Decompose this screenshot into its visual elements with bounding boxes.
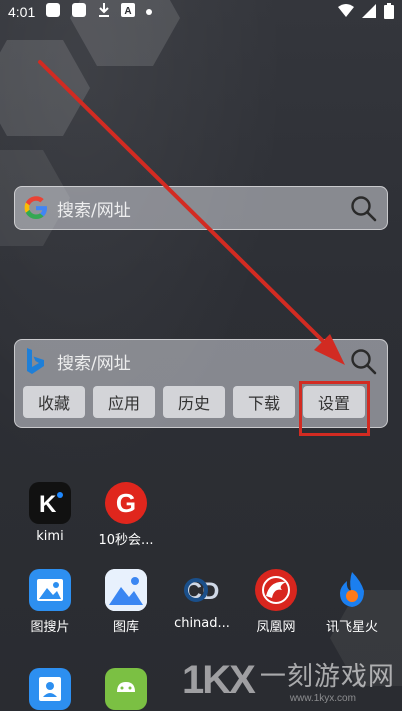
favorites-chip[interactable]: 收藏: [23, 386, 85, 418]
site-watermark: 1KX 一刻游戏网 www.1kyx.com: [182, 655, 396, 705]
bing-search-input[interactable]: 搜索/网址: [57, 349, 349, 374]
battery-icon: [384, 3, 394, 23]
app-label: 凤凰网: [256, 620, 296, 635]
app-label: 图库: [112, 620, 139, 635]
svg-text:K: K: [39, 491, 57, 518]
app-contacts[interactable]: [10, 668, 90, 711]
app-label: 讯飞星火: [325, 620, 378, 635]
apps-chip[interactable]: 应用: [93, 386, 155, 418]
wifi-icon: [338, 4, 354, 22]
10s-meeting-icon: G: [105, 482, 147, 524]
iflytek-spark-icon: [331, 569, 373, 611]
dot-icon: [145, 4, 153, 20]
app-label: kimi: [36, 529, 64, 544]
downloads-chip[interactable]: 下载: [233, 386, 295, 418]
app-gallery[interactable]: 图库: [86, 569, 166, 635]
google-search-widget[interactable]: 搜索/网址: [14, 186, 388, 230]
google-icon: [21, 193, 51, 223]
image-search-icon: [29, 569, 71, 611]
app-chinadaily[interactable]: CD chinad...: [162, 569, 242, 631]
app-android[interactable]: [86, 668, 166, 711]
gallery-icon: [105, 569, 147, 611]
app-label: chinad...: [174, 616, 230, 631]
bing-icon: [21, 346, 51, 376]
watermark-text: 一刻游戏网: [259, 662, 395, 692]
status-time: 4:01: [8, 4, 36, 20]
notification-square-icon: [71, 2, 87, 22]
app-kimi[interactable]: K kimi: [10, 482, 90, 544]
search-icon[interactable]: [349, 194, 377, 222]
contacts-icon: [29, 668, 71, 710]
watermark-logo: 1KX: [182, 657, 256, 702]
status-bar: 4:01 A: [0, 0, 402, 24]
history-chip[interactable]: 历史: [163, 386, 225, 418]
notification-square-icon: [45, 2, 61, 22]
app-iflytek-spark[interactable]: 讯飞星火: [312, 569, 392, 635]
svg-text:A: A: [125, 6, 132, 17]
font-icon: A: [121, 3, 136, 21]
app-10s-meeting[interactable]: G 10秒会...: [86, 482, 166, 548]
android-app-icon: [105, 668, 147, 710]
kimi-icon: K: [29, 482, 71, 524]
app-image-search[interactable]: 图搜片: [10, 569, 90, 635]
download-icon: [97, 2, 111, 22]
watermark-url: www.1kyx.com: [289, 693, 356, 704]
ifeng-icon: [255, 569, 297, 611]
highlight-box: [299, 381, 370, 436]
chinadaily-icon: CD: [181, 569, 223, 611]
svg-text:G: G: [116, 488, 136, 518]
app-label: 图搜片: [30, 620, 70, 635]
search-icon[interactable]: [349, 347, 377, 375]
app-ifeng[interactable]: 凤凰网: [236, 569, 316, 635]
signal-icon: [362, 4, 376, 22]
app-label: 10秒会...: [98, 533, 154, 548]
google-search-input[interactable]: 搜索/网址: [57, 196, 349, 221]
